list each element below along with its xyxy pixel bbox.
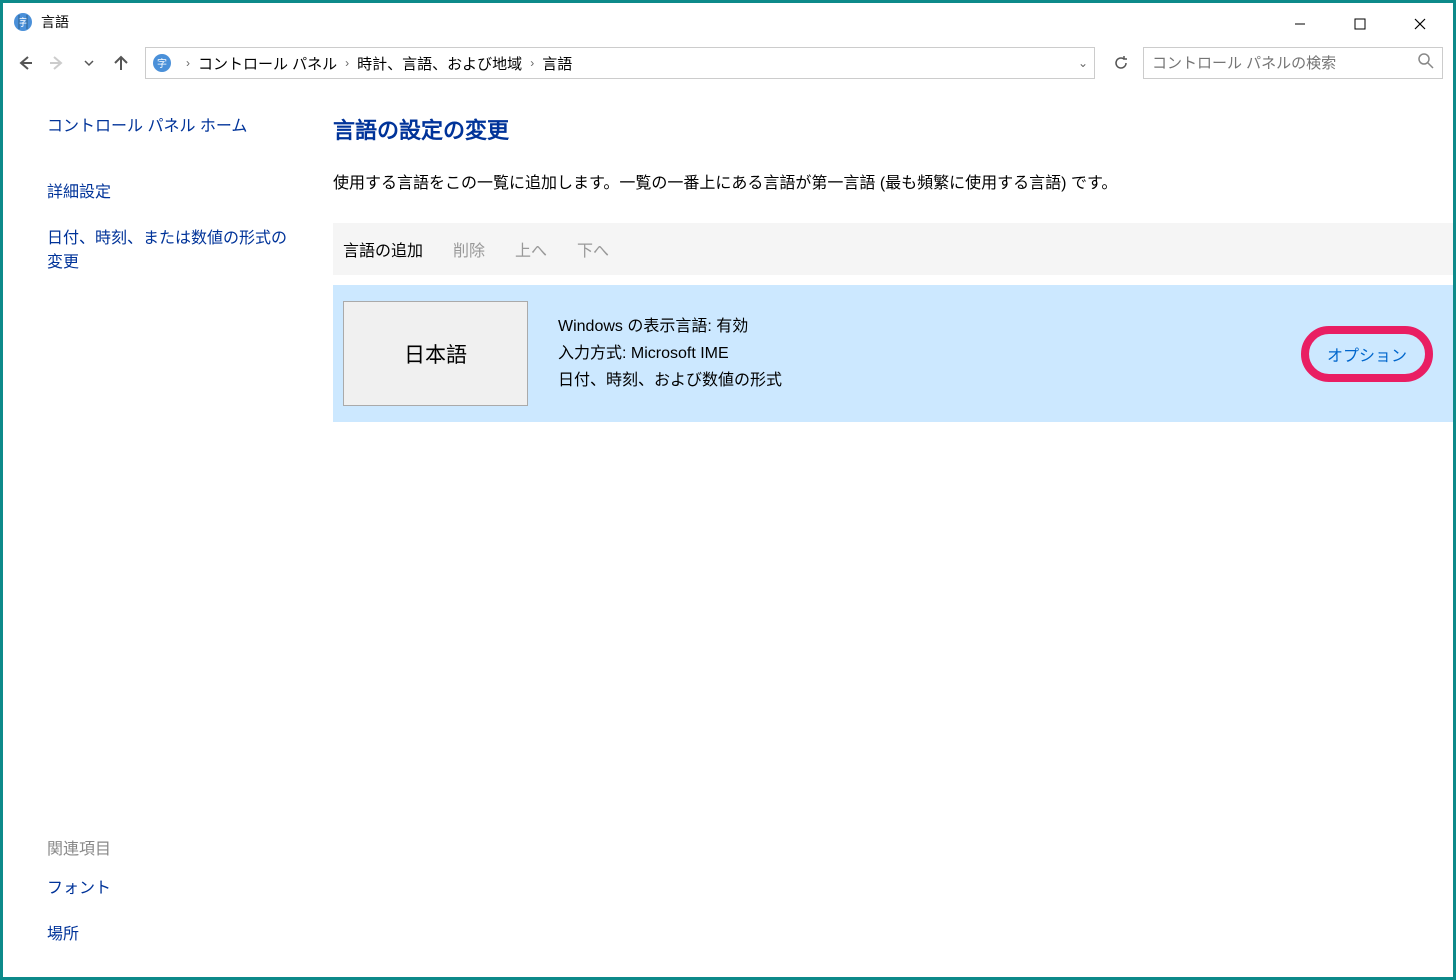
search-box[interactable]: [1143, 47, 1443, 79]
move-down-button[interactable]: 下へ: [577, 237, 609, 261]
arrow-left-icon: [16, 54, 34, 72]
chevron-right-icon: ›: [186, 56, 190, 70]
sidebar: コントロール パネル ホーム 詳細設定 日付、時刻、または数値の形式の変更 関連…: [3, 85, 298, 977]
breadcrumb-item[interactable]: 言語: [542, 53, 572, 74]
close-icon: [1414, 18, 1426, 30]
content-area: 言語の設定の変更 使用する言語をこの一覧に追加します。一覧の一番上にある言語が第…: [298, 85, 1453, 977]
minimize-button[interactable]: [1270, 6, 1330, 42]
titlebar: 字 言語: [3, 3, 1453, 41]
app-icon: 字: [13, 12, 33, 32]
breadcrumb[interactable]: 字 › コントロール パネル › 時計、言語、および地域 › 言語 ⌄: [145, 47, 1095, 79]
close-button[interactable]: [1390, 6, 1450, 42]
breadcrumb-item[interactable]: 時計、言語、および地域: [357, 53, 522, 74]
page-title: 言語の設定の変更: [333, 113, 1453, 145]
refresh-button[interactable]: [1107, 49, 1135, 77]
language-name: 日本語: [404, 339, 467, 369]
sidebar-link-fonts[interactable]: フォント: [47, 877, 298, 901]
chevron-right-icon: ›: [345, 56, 349, 70]
input-method: 入力方式: Microsoft IME: [558, 340, 1301, 367]
sidebar-link-advanced[interactable]: 詳細設定: [47, 181, 298, 205]
format-info: 日付、時刻、および数値の形式: [558, 367, 1301, 394]
chevron-down-icon[interactable]: ⌄: [1078, 56, 1088, 70]
maximize-button[interactable]: [1330, 6, 1390, 42]
remove-language-button[interactable]: 削除: [453, 237, 485, 261]
options-link[interactable]: オプション: [1327, 348, 1407, 365]
navbar: 字 › コントロール パネル › 時計、言語、および地域 › 言語 ⌄: [3, 41, 1453, 85]
page-description: 使用する言語をこの一覧に追加します。一覧の一番上にある言語が第一言語 (最も頻繁…: [333, 169, 1453, 193]
language-item[interactable]: 日本語 Windows の表示言語: 有効 入力方式: Microsoft IM…: [333, 285, 1453, 422]
arrow-up-icon: [112, 54, 130, 72]
recent-dropdown[interactable]: [77, 51, 101, 75]
add-language-button[interactable]: 言語の追加: [343, 237, 423, 261]
arrow-right-icon: [48, 54, 66, 72]
up-button[interactable]: [109, 51, 133, 75]
sidebar-link-location[interactable]: 場所: [47, 923, 298, 947]
svg-text:字: 字: [157, 57, 167, 70]
maximize-icon: [1354, 18, 1366, 30]
search-icon[interactable]: [1418, 53, 1434, 74]
back-button[interactable]: [13, 51, 37, 75]
forward-button[interactable]: [45, 51, 69, 75]
breadcrumb-icon: 字: [152, 53, 172, 73]
language-details: Windows の表示言語: 有効 入力方式: Microsoft IME 日付…: [558, 313, 1301, 395]
display-language-status: Windows の表示言語: 有効: [558, 313, 1301, 340]
sidebar-link-formats[interactable]: 日付、時刻、または数値の形式の変更: [47, 227, 298, 275]
breadcrumb-item[interactable]: コントロール パネル: [198, 53, 337, 74]
chevron-right-icon: ›: [530, 56, 534, 70]
minimize-icon: [1294, 18, 1306, 30]
highlight-annotation: オプション: [1301, 326, 1433, 382]
window-title: 言語: [41, 12, 69, 32]
refresh-icon: [1113, 55, 1129, 71]
related-heading: 関連項目: [47, 835, 298, 859]
move-up-button[interactable]: 上へ: [515, 237, 547, 261]
chevron-down-icon: [83, 57, 95, 69]
sidebar-link-home[interactable]: コントロール パネル ホーム: [47, 115, 298, 139]
language-toolbar: 言語の追加 削除 上へ 下へ: [333, 223, 1453, 275]
language-name-box: 日本語: [343, 301, 528, 406]
main-content: コントロール パネル ホーム 詳細設定 日付、時刻、または数値の形式の変更 関連…: [3, 85, 1453, 977]
search-input[interactable]: [1152, 55, 1418, 72]
